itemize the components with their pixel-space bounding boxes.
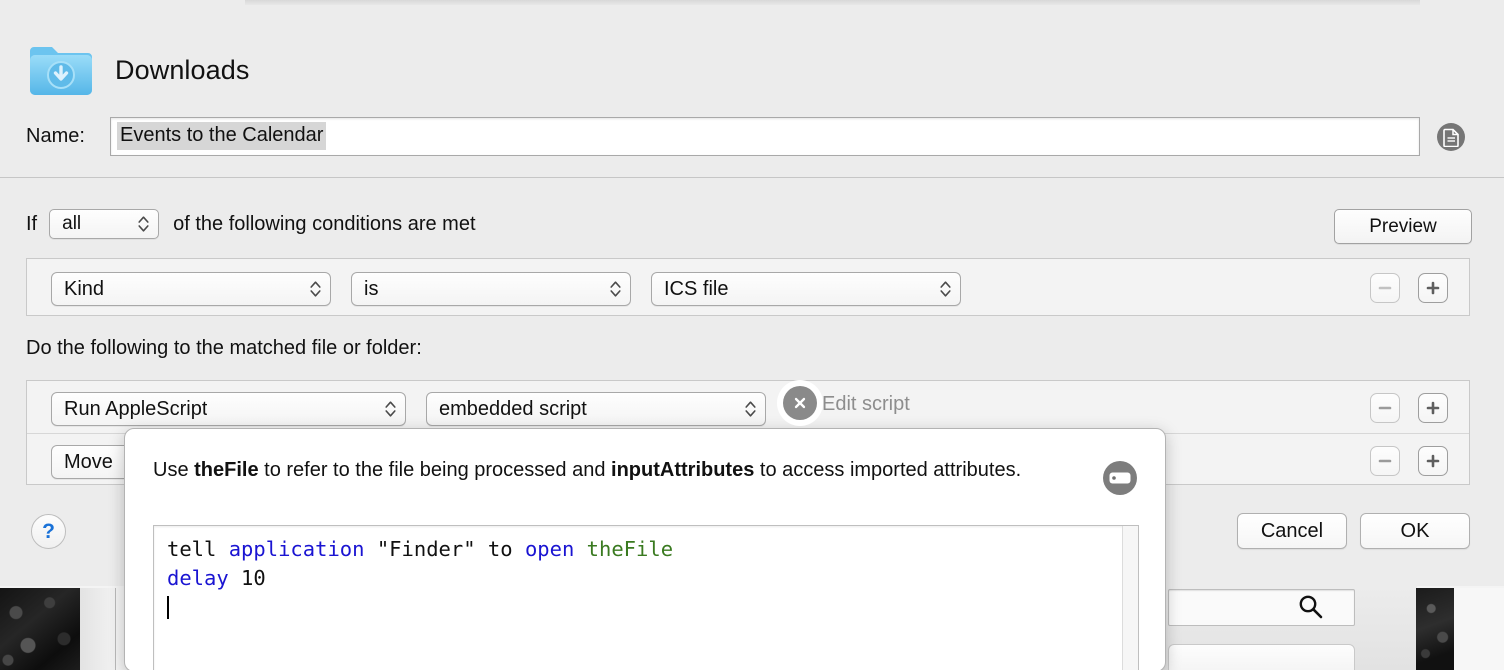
- script-code: tell application "Finder" to open theFil…: [167, 535, 673, 622]
- conditions-list: Kind is ICS file: [26, 258, 1470, 316]
- action-remove-button-2[interactable]: [1370, 446, 1400, 476]
- script-editor-popover: Use theFile to refer to the file being p…: [124, 428, 1166, 670]
- name-input-value: Events to the Calendar: [117, 122, 327, 150]
- condition-row: Kind is ICS file: [27, 259, 1469, 317]
- condition-value-value: ICS file: [664, 277, 729, 300]
- condition-remove-button[interactable]: [1370, 273, 1400, 303]
- action-add-button-2[interactable]: [1418, 446, 1448, 476]
- chevron-updown-icon: [310, 280, 321, 298]
- hint-bold-inputattributes: inputAttributes: [611, 459, 755, 481]
- background-thumbnail-right: [1416, 588, 1454, 670]
- action-add-button[interactable]: [1418, 393, 1448, 423]
- script-line: delay 10: [167, 564, 673, 593]
- condition-add-button[interactable]: [1418, 273, 1448, 303]
- script-token: 10: [228, 566, 266, 590]
- script-line: tell application "Finder" to open theFil…: [167, 535, 673, 564]
- name-input[interactable]: Events to the Calendar: [110, 117, 1420, 156]
- action-type-popup[interactable]: Run AppleScript: [51, 392, 406, 426]
- script-token: to: [487, 537, 525, 561]
- script-token: "Finder": [364, 537, 488, 561]
- background-list-item: [1168, 644, 1355, 670]
- text-caret: [167, 596, 169, 619]
- screen: Downloads Name: Events to the Calendar I…: [0, 0, 1504, 670]
- preview-button[interactable]: Preview: [1334, 209, 1472, 244]
- chevron-updown-icon: [385, 400, 396, 418]
- background-search-field[interactable]: [1168, 589, 1355, 626]
- search-icon: [1298, 594, 1324, 620]
- script-token: application: [228, 537, 365, 561]
- condition-value-popup[interactable]: ICS file: [651, 272, 961, 306]
- close-icon[interactable]: [783, 386, 817, 420]
- action-source-popup[interactable]: embedded script: [426, 392, 766, 426]
- hint-text-2: to refer to the file being processed and: [258, 459, 612, 481]
- collapse-toolbar-icon[interactable]: [1103, 461, 1137, 495]
- downloads-folder-icon: [28, 41, 94, 99]
- name-row: Name: Events to the Calendar: [0, 117, 1504, 157]
- script-token: delay: [167, 566, 229, 590]
- condition-attribute-popup[interactable]: Kind: [51, 272, 331, 306]
- background-thumbnail-left: [0, 588, 80, 670]
- hint-text-3: to access imported attributes.: [754, 459, 1022, 481]
- condition-operator-value: is: [364, 277, 379, 300]
- actions-label: Do the following to the matched file or …: [26, 337, 422, 359]
- help-button[interactable]: ?: [31, 514, 66, 549]
- name-label: Name:: [26, 125, 85, 147]
- if-label: If: [26, 212, 38, 235]
- script-scrollbar[interactable]: [1122, 526, 1138, 670]
- background-right-panel: [1454, 588, 1504, 670]
- script-token: open: [524, 537, 575, 561]
- action-row: Run AppleScript embedded script: [27, 381, 1469, 433]
- folder-title: Downloads: [115, 54, 250, 85]
- script-token: [574, 537, 586, 561]
- ok-button[interactable]: OK: [1360, 513, 1470, 549]
- background-window-left-edge: [80, 588, 116, 670]
- cancel-button[interactable]: Cancel: [1237, 513, 1347, 549]
- popover-hint: Use theFile to refer to the file being p…: [153, 455, 1093, 486]
- match-mode-value: all: [62, 213, 82, 234]
- edit-script-label[interactable]: Edit script: [822, 393, 910, 416]
- chevron-updown-icon: [610, 280, 621, 298]
- divider-top: [0, 177, 1504, 178]
- chevron-updown-icon: [940, 280, 951, 298]
- action-type-value: Run AppleScript: [64, 397, 208, 420]
- document-icon[interactable]: [1437, 123, 1465, 151]
- hint-text-1: Use: [153, 459, 195, 481]
- action-type-value-2: Move: [64, 450, 113, 473]
- folder-header: Downloads: [28, 41, 249, 99]
- script-text-area[interactable]: tell application "Finder" to open theFil…: [153, 525, 1139, 670]
- script-line: [167, 593, 673, 622]
- script-token: tell: [167, 537, 229, 561]
- action-remove-button[interactable]: [1370, 393, 1400, 423]
- chevron-updown-icon: [745, 400, 756, 418]
- conditions-sentence: of the following conditions are met: [173, 212, 476, 235]
- script-token: theFile: [586, 537, 674, 561]
- conditions-header: If all of the following conditions are m…: [26, 209, 476, 239]
- match-mode-popup[interactable]: all: [49, 209, 160, 239]
- chevron-updown-icon: [138, 215, 149, 233]
- condition-operator-popup[interactable]: is: [351, 272, 631, 306]
- action-source-value: embedded script: [439, 397, 587, 420]
- condition-attribute-value: Kind: [64, 277, 105, 300]
- hint-bold-thefile: theFile: [194, 459, 259, 481]
